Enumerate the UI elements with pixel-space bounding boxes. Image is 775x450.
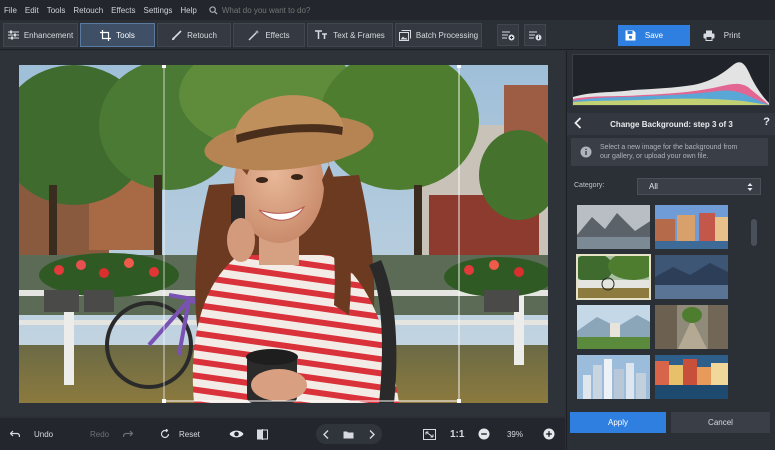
photo-illustration (19, 65, 548, 403)
gallery-thumb[interactable] (654, 304, 729, 350)
magic-wand-icon (248, 29, 260, 40)
undo-icon (10, 430, 20, 438)
zoom-out-icon (478, 428, 490, 440)
info-text-line2: our gallery, or upload your own file. (600, 153, 709, 160)
menu-bar: File Edit Tools Retouch Effects Settings… (0, 0, 775, 20)
gallery-thumb[interactable] (654, 254, 729, 300)
tab-retouch[interactable]: Retouch (157, 23, 231, 47)
main-toolbar: Enhancement Tools Retouch Effects Text &… (0, 20, 775, 50)
reset-icon (160, 429, 170, 439)
scrollbar-thumb[interactable] (751, 219, 757, 246)
info-box: Select a new image for the background fr… (571, 138, 768, 166)
help-button[interactable]: ? (763, 116, 770, 128)
split-view-icon (257, 428, 268, 440)
gallery-thumb[interactable] (576, 204, 651, 250)
sliders-icon (7, 30, 19, 40)
tab-effects-label: Effects (265, 30, 290, 40)
menu-effects[interactable]: Effects (111, 6, 135, 15)
info-text: Select a new image for the background fr… (600, 143, 737, 161)
zoom-value[interactable]: 39% (500, 424, 530, 444)
info-text-line1: Select a new image for the background fr… (600, 144, 738, 151)
search-input[interactable] (221, 5, 382, 15)
images-icon (398, 29, 411, 41)
menu-settings[interactable]: Settings (143, 6, 172, 15)
preset-info-button[interactable] (524, 24, 546, 46)
menu-tools[interactable]: Tools (47, 6, 66, 15)
image-canvas (0, 51, 565, 416)
redo-label: Redo (90, 429, 110, 439)
side-panel: Change Background: step 3 of 3 ? Select … (566, 51, 775, 450)
list-add-icon (501, 31, 514, 40)
menu-edit[interactable]: Edit (25, 6, 39, 15)
edited-photo[interactable] (19, 65, 548, 403)
tab-tools[interactable]: Tools (80, 23, 155, 47)
sort-arrows-icon (747, 183, 753, 191)
fit-to-screen-button[interactable] (423, 424, 436, 444)
text-icon (315, 30, 328, 39)
menu-file[interactable]: File (4, 6, 17, 15)
eye-icon (229, 430, 244, 438)
add-preset-button[interactable] (497, 24, 519, 46)
category-label: Category: (574, 182, 605, 189)
redo-button[interactable]: Redo (90, 424, 134, 444)
gallery-thumb[interactable] (576, 304, 651, 350)
menu-help[interactable]: Help (180, 6, 196, 15)
tab-enhancement[interactable]: Enhancement (3, 23, 78, 47)
histogram-graph (573, 62, 769, 105)
category-select[interactable]: All (637, 178, 761, 195)
zoom-in-icon (543, 428, 555, 440)
reset-button[interactable]: Reset (160, 424, 200, 444)
chevron-left-icon[interactable] (323, 429, 329, 439)
back-arrow-icon[interactable] (574, 117, 582, 129)
gallery-thumb[interactable] (576, 354, 651, 400)
menu-retouch[interactable]: Retouch (73, 6, 103, 15)
zoom-out-button[interactable] (478, 424, 490, 444)
fit-screen-icon (423, 428, 436, 440)
tab-batch-processing[interactable]: Batch Processing (395, 23, 482, 47)
compare-button[interactable] (257, 424, 268, 444)
print-button[interactable]: Print (694, 25, 770, 46)
search-box (209, 5, 382, 15)
undo-label: Undo (34, 429, 54, 439)
tab-batch-processing-label: Batch Processing (415, 30, 479, 40)
reset-label: Reset (179, 429, 200, 439)
gallery-thumb-selected[interactable] (576, 254, 651, 300)
category-value: All (649, 182, 658, 191)
folder-icon[interactable] (343, 430, 354, 439)
histogram (572, 54, 770, 106)
print-button-label: Print (723, 31, 741, 40)
crop-icon (100, 29, 112, 41)
preview-toggle-button[interactable] (229, 424, 244, 444)
tab-effects[interactable]: Effects (233, 23, 305, 47)
brush-icon (172, 29, 182, 40)
chevron-right-icon[interactable] (369, 429, 375, 439)
background-gallery (576, 204, 752, 405)
search-icon (209, 5, 218, 15)
undo-button[interactable]: Undo (10, 424, 53, 444)
tab-text-frames[interactable]: Text & Frames (307, 23, 393, 47)
step-header: Change Background: step 3 of 3 ? (567, 113, 775, 135)
zoom-in-button[interactable] (543, 424, 555, 444)
bottom-bar: Undo Redo Reset 1:1 39% (0, 418, 565, 450)
gallery-thumb[interactable] (654, 204, 729, 250)
floppy-disk-icon (625, 30, 636, 41)
tab-retouch-label: Retouch (187, 30, 217, 40)
actual-size-button[interactable]: 1:1 (450, 424, 464, 444)
tab-enhancement-label: Enhancement (23, 30, 74, 40)
printer-icon (703, 30, 715, 41)
list-info-icon (528, 31, 541, 40)
gallery-thumb[interactable] (654, 354, 729, 400)
info-icon (580, 146, 592, 158)
save-button-label: Save (644, 31, 664, 40)
tab-text-frames-label: Text & Frames (333, 30, 385, 40)
cancel-button[interactable]: Cancel (671, 412, 770, 433)
apply-button[interactable]: Apply (570, 412, 666, 433)
save-button[interactable]: Save (618, 25, 690, 46)
tab-tools-label: Tools (116, 30, 135, 40)
redo-icon (123, 430, 134, 438)
file-navigator (316, 424, 382, 444)
gallery-scrollbar[interactable] (750, 205, 758, 405)
step-title: Change Background: step 3 of 3 (610, 119, 733, 129)
